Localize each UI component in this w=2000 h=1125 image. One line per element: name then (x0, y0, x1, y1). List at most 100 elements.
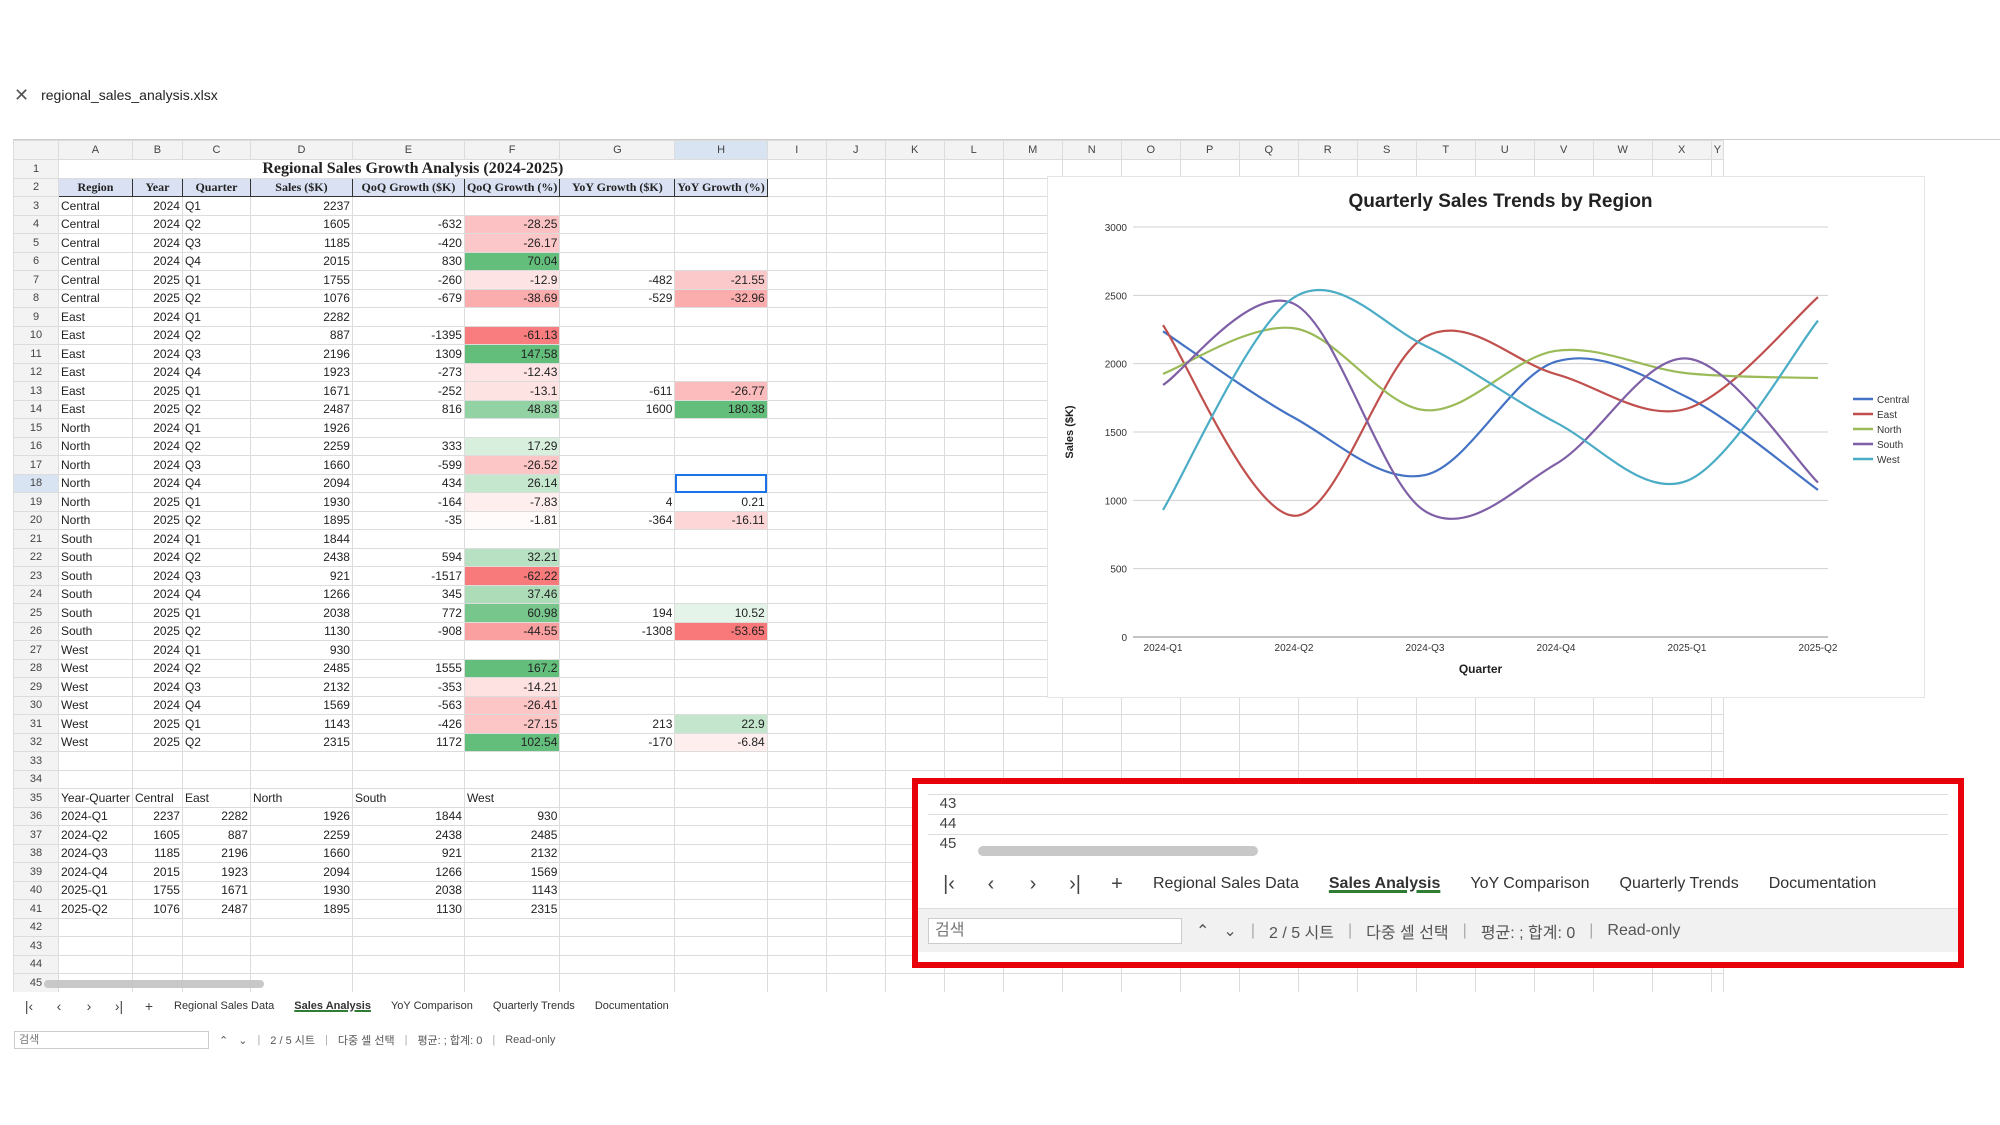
pivot-cell[interactable]: 1671 (181, 880, 251, 900)
cell[interactable] (249, 751, 353, 771)
cell[interactable] (181, 751, 251, 771)
cell[interactable] (884, 510, 945, 530)
cell[interactable] (884, 566, 945, 586)
pivot-header[interactable]: West (463, 788, 561, 808)
data-cell[interactable]: South (58, 529, 133, 549)
data-cell[interactable]: 2024 (131, 640, 183, 660)
data-cell[interactable]: 1923 (249, 362, 353, 382)
cell[interactable] (825, 233, 886, 253)
data-cell[interactable]: 2196 (249, 344, 353, 364)
data-cell[interactable]: 1926 (249, 418, 353, 438)
cell[interactable] (674, 843, 768, 863)
cell[interactable] (766, 214, 827, 234)
search-input[interactable] (14, 1031, 209, 1049)
cell[interactable] (766, 695, 827, 715)
cell[interactable] (1061, 751, 1122, 771)
row-header[interactable]: 44 (13, 954, 59, 974)
cell[interactable] (766, 973, 827, 992)
cell[interactable] (1061, 714, 1122, 734)
pivot-cell[interactable]: 1130 (351, 899, 465, 919)
cell[interactable] (181, 769, 251, 789)
pivot-cell[interactable]: 1185 (131, 843, 183, 863)
cell[interactable] (825, 325, 886, 345)
data-cell[interactable]: -529 (559, 288, 676, 308)
data-cell[interactable]: -26.52 (463, 455, 561, 475)
data-cell[interactable] (559, 529, 676, 549)
data-cell[interactable]: 434 (351, 473, 465, 493)
pivot-cell[interactable]: 2487 (181, 899, 251, 919)
data-cell[interactable]: Q2 (181, 214, 251, 234)
column-header[interactable]: N (1061, 140, 1122, 160)
cell[interactable] (825, 751, 886, 771)
data-cell[interactable]: Central (58, 270, 133, 290)
chevron-down-icon[interactable]: ⌄ (238, 1034, 247, 1047)
data-cell[interactable]: 2025 (131, 603, 183, 623)
cell[interactable] (249, 954, 353, 974)
row-header[interactable]: 7 (13, 270, 59, 290)
cell[interactable] (766, 621, 827, 641)
data-cell[interactable]: 2024 (131, 196, 183, 216)
data-cell[interactable] (559, 418, 676, 438)
cell[interactable] (943, 621, 1004, 641)
column-header[interactable]: K (884, 140, 945, 160)
cell[interactable] (884, 473, 945, 493)
tab-sales-analysis[interactable]: Sales Analysis (284, 1000, 381, 1012)
cell[interactable] (825, 917, 886, 937)
zoom-horizontal-scrollbar[interactable] (978, 846, 1258, 856)
cell[interactable] (766, 640, 827, 660)
cell[interactable] (766, 899, 827, 919)
data-cell[interactable]: 2237 (249, 196, 353, 216)
data-cell[interactable]: -164 (351, 492, 465, 512)
cell[interactable] (943, 640, 1004, 660)
data-cell[interactable]: 1930 (249, 492, 353, 512)
cell[interactable] (884, 381, 945, 401)
cell[interactable] (766, 732, 827, 752)
column-title[interactable]: YoY Growth ($K) (559, 177, 676, 197)
data-cell[interactable]: -353 (351, 677, 465, 697)
data-cell[interactable]: Central (58, 251, 133, 271)
data-cell[interactable]: North (58, 492, 133, 512)
cell[interactable] (559, 973, 676, 992)
data-cell[interactable]: 2024 (131, 658, 183, 678)
column-header[interactable]: O (1120, 140, 1181, 160)
cell[interactable] (463, 973, 561, 992)
cell[interactable] (351, 769, 465, 789)
cell[interactable] (825, 307, 886, 327)
row-header[interactable]: 30 (13, 695, 59, 715)
data-cell[interactable]: 102.54 (463, 732, 561, 752)
row-header[interactable]: 18 (13, 473, 59, 493)
pivot-cell[interactable]: 1930 (249, 880, 353, 900)
cell[interactable] (825, 936, 886, 956)
data-cell[interactable]: West (58, 677, 133, 697)
pivot-cell[interactable]: 1266 (351, 862, 465, 882)
cell[interactable] (884, 732, 945, 752)
data-cell[interactable]: 2024 (131, 695, 183, 715)
cell[interactable] (825, 621, 886, 641)
data-cell[interactable]: Q2 (181, 621, 251, 641)
row-header[interactable]: 13 (13, 381, 59, 401)
cell[interactable] (1533, 751, 1594, 771)
row-header[interactable]: 26 (13, 621, 59, 641)
cell[interactable] (766, 677, 827, 697)
cell[interactable] (181, 917, 251, 937)
data-cell[interactable]: Q2 (181, 436, 251, 456)
cell[interactable] (825, 677, 886, 697)
data-cell[interactable]: 2025 (131, 399, 183, 419)
row-header[interactable]: 41 (13, 899, 59, 919)
cell[interactable] (825, 862, 886, 882)
cell[interactable] (1415, 714, 1476, 734)
data-cell[interactable]: North (58, 455, 133, 475)
cell[interactable] (943, 566, 1004, 586)
data-cell[interactable]: Q1 (181, 307, 251, 327)
data-cell[interactable] (559, 307, 676, 327)
row-header[interactable]: 9 (13, 307, 59, 327)
data-cell[interactable] (559, 566, 676, 586)
cell[interactable] (766, 880, 827, 900)
cell[interactable] (1651, 732, 1712, 752)
pivot-cell[interactable]: 2025-Q1 (58, 880, 133, 900)
cell[interactable] (1179, 973, 1240, 992)
column-header[interactable]: T (1415, 140, 1476, 160)
data-cell[interactable] (559, 196, 676, 216)
data-cell[interactable]: -273 (351, 362, 465, 382)
cell[interactable] (943, 603, 1004, 623)
